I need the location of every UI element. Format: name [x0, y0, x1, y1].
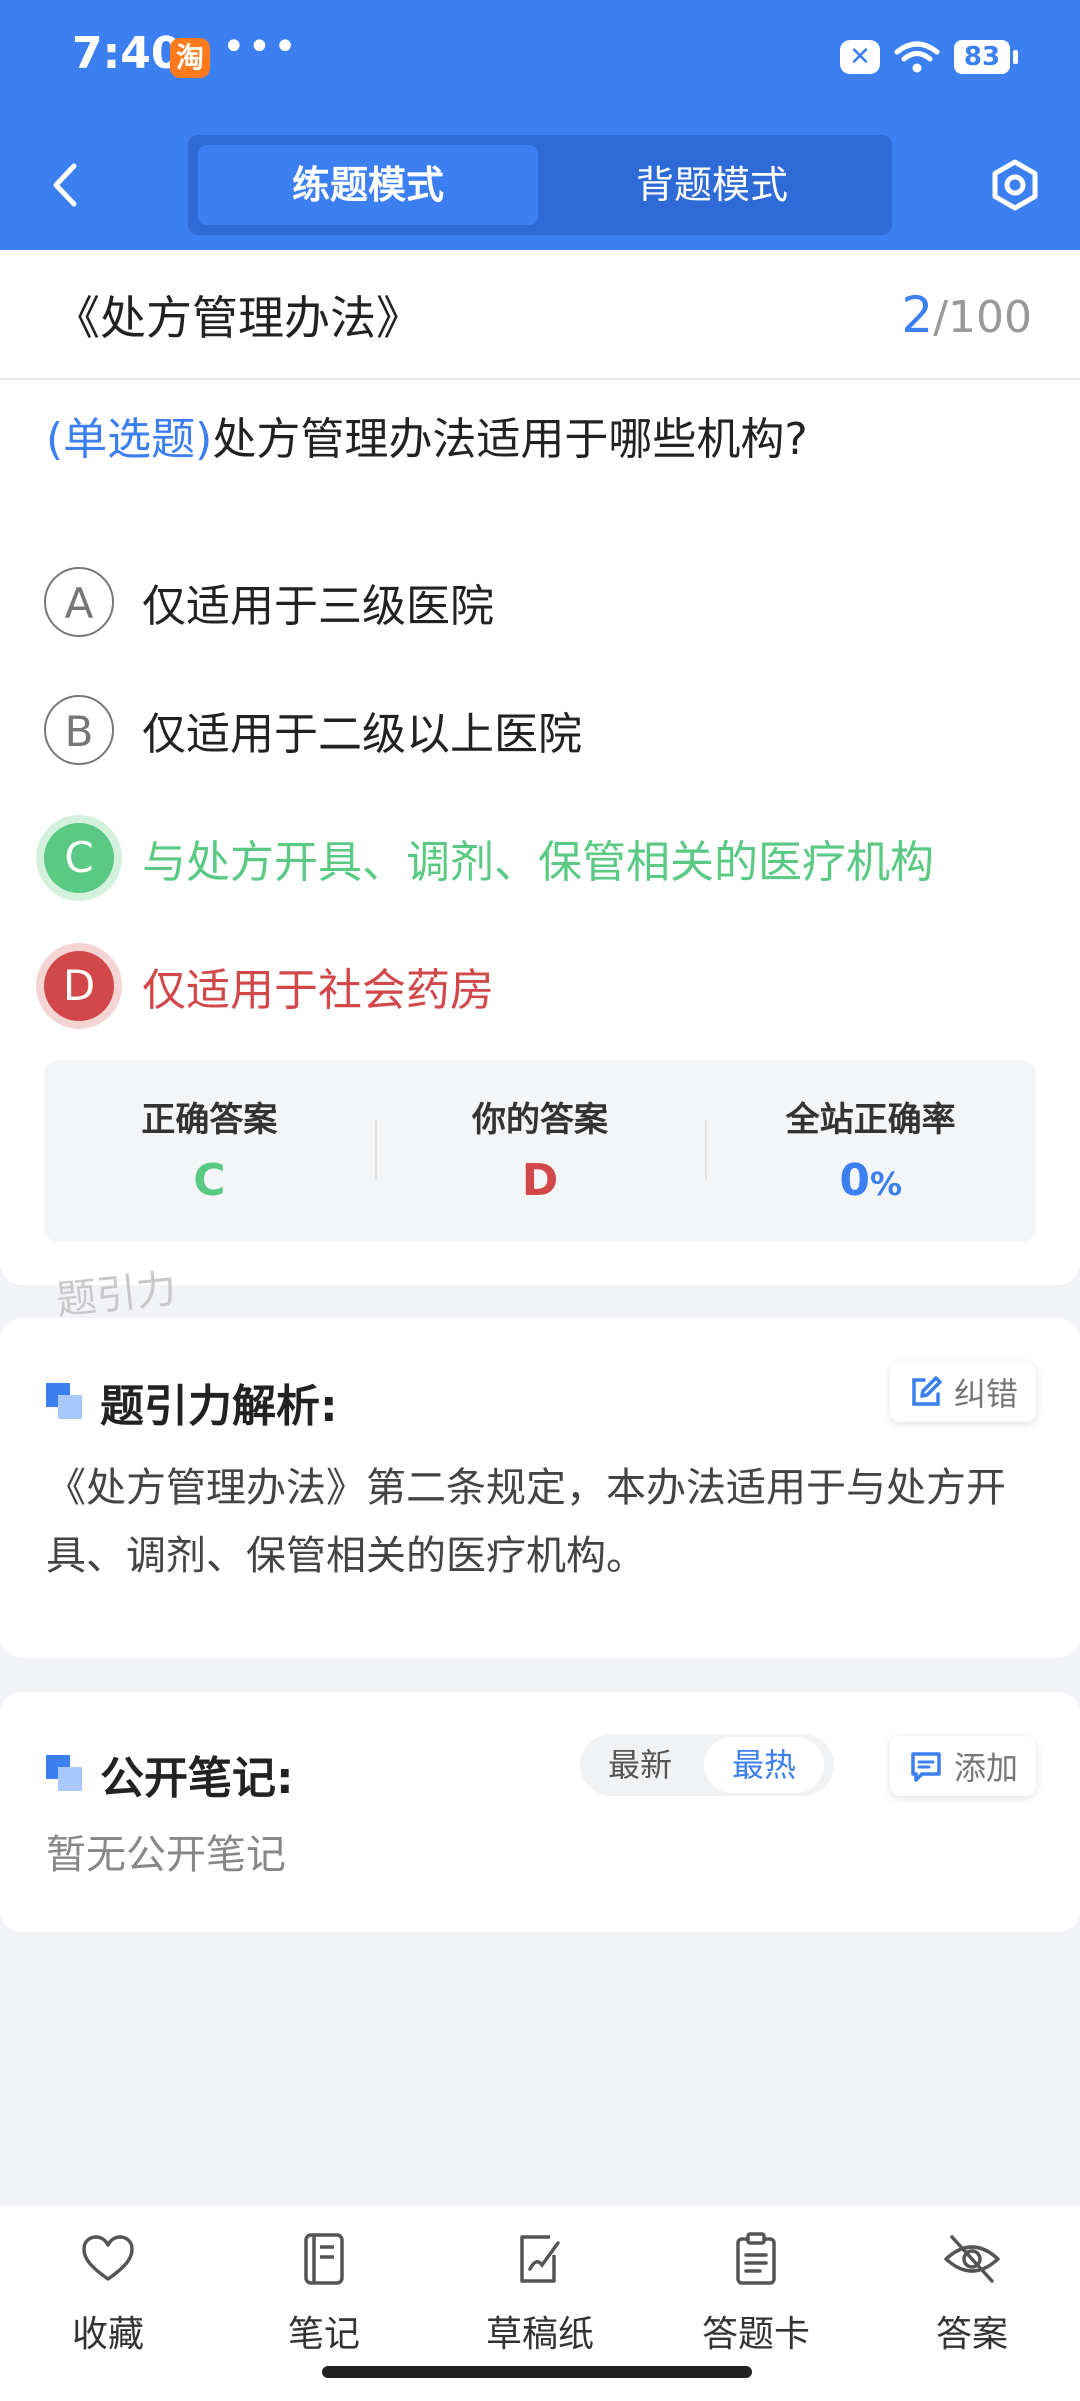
- answer-sheet-button[interactable]: 答题卡: [676, 2229, 836, 2357]
- accuracy-rate-label: 全站正确率: [785, 1100, 956, 1140]
- chevron-left-icon: [53, 163, 77, 207]
- option-b[interactable]: B 仅适用于二级以上医院: [44, 692, 582, 768]
- option-letter: A: [44, 567, 114, 637]
- your-answer-label: 你的答案: [472, 1100, 608, 1140]
- correct-answer-label: 正确答案: [141, 1100, 278, 1140]
- answer-sheet-label: 答题卡: [701, 2314, 810, 2355]
- draft-paper-label: 草稿纸: [485, 2314, 594, 2355]
- question-progress: 2/100: [901, 286, 1032, 344]
- correction-button[interactable]: 纠错: [889, 1362, 1036, 1422]
- option-text: 仅适用于二级以上医院: [142, 709, 582, 760]
- sort-newest[interactable]: 最新: [580, 1737, 700, 1793]
- notes-label: 笔记: [287, 2314, 360, 2355]
- status-time: 7:40: [72, 28, 182, 79]
- accuracy-rate-block: 全站正确率 0%: [705, 1060, 1036, 1242]
- option-d[interactable]: D 仅适用于社会药房: [44, 948, 494, 1024]
- wifi-icon: [894, 41, 940, 73]
- show-answer-button[interactable]: 答案: [892, 2229, 1052, 2357]
- answer-summary: 正确答案 C 你的答案 D 全站正确率 0%: [44, 1060, 1036, 1242]
- favorite-label: 收藏: [71, 2314, 144, 2355]
- tab-practice-mode[interactable]: 练题模式: [198, 145, 538, 225]
- favorite-button[interactable]: 收藏: [28, 2229, 188, 2357]
- status-icons: ✕ 83: [840, 40, 1018, 74]
- taobao-notification-icon: 淘: [170, 38, 210, 78]
- analysis-text: 《处方管理办法》第二条规定，本办法适用于与处方开具、调剂、保管相关的医疗机构。: [46, 1465, 1006, 1579]
- option-text: 与处方开具、调剂、保管相关的医疗机构: [142, 837, 934, 888]
- section-squares-icon: [46, 1755, 84, 1793]
- accuracy-rate-number: 0: [839, 1155, 870, 1206]
- option-c[interactable]: C 与处方开具、调剂、保管相关的医疗机构: [44, 820, 934, 896]
- your-answer-value: D: [521, 1155, 559, 1206]
- notes-title: 公开笔记:: [100, 1753, 294, 1804]
- question-card: 《处方管理办法》 2/100 (单选题)处方管理办法适用于哪些机构? A 仅适用…: [0, 250, 1080, 1285]
- option-letter: D: [44, 951, 114, 1021]
- question-type: (单选题): [46, 414, 213, 465]
- mode-switch: 练题模式 背题模式: [188, 135, 892, 235]
- watermark: 题引力: [54, 1265, 179, 1325]
- option-letter: B: [44, 695, 114, 765]
- analysis-title: 题引力解析:: [100, 1381, 338, 1432]
- draft-paper-button[interactable]: 草稿纸: [460, 2229, 620, 2357]
- edit-icon: [912, 1376, 942, 1406]
- empty-notes-text: 暂无公开笔记: [46, 1832, 286, 1878]
- accuracy-rate-unit: %: [869, 1165, 903, 1203]
- option-text: 仅适用于社会药房: [142, 965, 494, 1016]
- analysis-card: 题引力解析: 纠错 《处方管理办法》第二条规定，本办法适用于与处方开具、调剂、保…: [0, 1318, 1080, 1658]
- notebook-icon: [304, 2233, 344, 2285]
- question-header: 《处方管理办法》 2/100: [0, 250, 1080, 380]
- battery-icon: 83: [954, 40, 1018, 74]
- tab-memorize-mode[interactable]: 背题模式: [542, 145, 882, 225]
- add-note-label: 添加: [953, 1749, 1018, 1787]
- question-text: (单选题)处方管理办法适用于哪些机构?: [46, 408, 1040, 472]
- app-header: 7:40 淘 ••• ✕ 83 练题模式 背题模式: [0, 0, 1080, 250]
- settings-hexagon-icon: [992, 159, 1038, 211]
- book-title: 《处方管理办法》: [54, 291, 422, 345]
- answer-sheet-icon: [736, 2232, 776, 2285]
- total-questions: /100: [933, 292, 1032, 343]
- your-answer-block: 你的答案 D: [374, 1060, 706, 1242]
- mute-icon: ✕: [840, 40, 880, 74]
- eye-off-icon: [944, 2235, 1000, 2283]
- correct-answer-value: C: [193, 1155, 226, 1206]
- notes-button[interactable]: 笔记: [244, 2229, 404, 2357]
- question-stem: 处方管理办法适用于哪些机构?: [212, 414, 808, 465]
- notes-sort-toggle: 最新 最热: [580, 1734, 834, 1796]
- show-answer-label: 答案: [935, 2314, 1008, 2355]
- option-letter: C: [44, 823, 114, 893]
- sort-hottest[interactable]: 最热: [704, 1737, 824, 1793]
- correct-answer-block: 正确答案 C: [44, 1060, 375, 1242]
- current-question-number: 2: [901, 286, 934, 344]
- accuracy-rate-value: 0%: [705, 1155, 1036, 1206]
- option-a[interactable]: A 仅适用于三级医院: [44, 564, 494, 640]
- draft-paper-icon: [520, 2235, 560, 2283]
- status-bar: 7:40 淘 ••• ✕ 83: [0, 0, 1080, 118]
- home-indicator[interactable]: [322, 2366, 752, 2378]
- comment-icon: [911, 1752, 941, 1782]
- heart-icon: [82, 2235, 134, 2281]
- notes-header: 公开笔记:: [46, 1742, 294, 1806]
- analysis-header: 题引力解析:: [46, 1370, 338, 1434]
- settings-button[interactable]: [980, 150, 1050, 220]
- section-squares-icon: [46, 1383, 84, 1421]
- notes-card: 公开笔记: 最新 最热 添加 暂无公开笔记: [0, 1692, 1080, 1932]
- correction-label: 纠错: [953, 1375, 1018, 1413]
- add-note-button[interactable]: 添加: [889, 1736, 1036, 1796]
- more-notifications-icon: •••: [222, 24, 299, 70]
- option-text: 仅适用于三级医院: [142, 581, 494, 632]
- back-button[interactable]: [40, 150, 90, 220]
